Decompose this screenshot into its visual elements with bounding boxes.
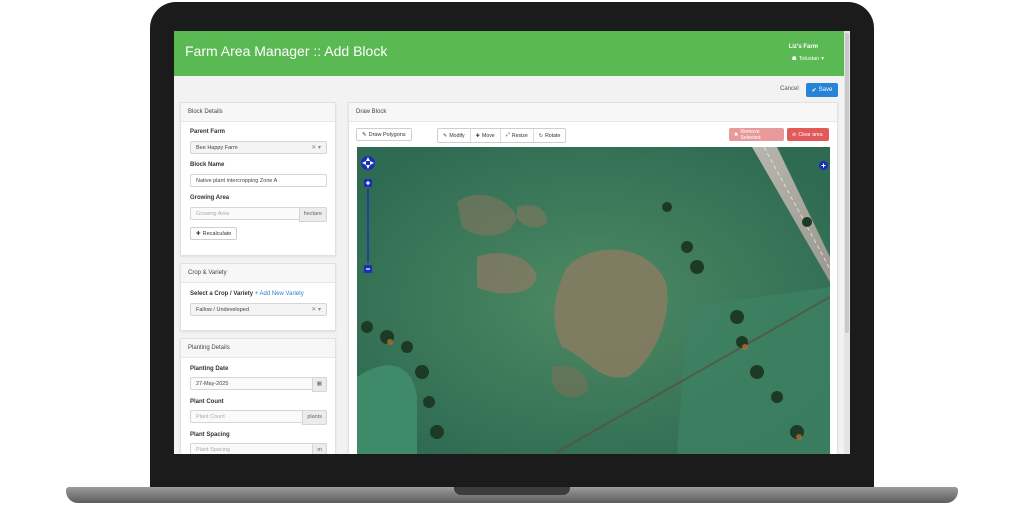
farm-name: Liz's Farm [788,44,818,50]
plant-spacing-unit: m [312,443,327,454]
check-icon: ✔ [811,87,817,94]
draw-polygon-button[interactable]: ✎ Draw Polygons [356,128,412,141]
parent-farm-select[interactable]: Bee Happy Farm ✕ ▾ [190,141,327,154]
move-button[interactable]: ✚ Move [471,129,501,142]
rotate-label: Rotate [545,132,561,139]
save-button[interactable]: ✔ Save [806,83,838,97]
pencil-icon: ✎ [362,131,367,138]
caret-down-icon: ▾ [821,56,824,62]
planting-date-input[interactable]: 27-May-2025 ▦ [190,377,327,392]
plant-count-placeholder: Plant Count [196,414,225,420]
block-name-input[interactable]: Native plant intercropping Zone A [190,174,327,187]
modify-button[interactable]: ✎ Modify [438,129,471,142]
growing-area-placeholder: Growing Area [196,211,230,217]
page-scrollbar[interactable] [844,31,850,454]
planting-details-heading: Planting Details [181,339,335,358]
refresh-icon: ✚ [196,230,201,237]
planting-date-label: Planting Date [190,366,229,372]
draw-block-heading: Draw Block [349,103,837,122]
resize-button[interactable]: ⤢ Resize [501,129,534,142]
move-label: Move [482,132,495,139]
crop-variety-heading: Crop & Variety [181,264,335,283]
crop-variety-panel: Crop & Variety Select a Crop / Variety +… [180,263,336,331]
map-expand-icon[interactable] [819,161,828,170]
parent-farm-label: Parent Farm [190,129,226,135]
growing-area-unit: hectare [298,207,327,222]
pencil-icon: ✎ [443,132,448,139]
block-details-heading: Block Details [181,103,335,122]
app-header: Farm Area Manager :: Add Block Liz's Far… [174,31,844,76]
user-menu[interactable]: ☗ Tolustan ▾ [792,56,824,62]
plant-spacing-input[interactable]: Plant Spacing m [190,443,327,454]
planting-details-panel: Planting Details Planting Date 27-May-20… [180,338,336,454]
save-label: Save [818,87,833,93]
growing-area-input[interactable]: Growing Area hectare [190,207,327,222]
rotate-icon: ↻ [538,132,544,139]
trash-icon: ✖ [734,131,739,138]
scrollbar-thumb[interactable] [845,33,849,333]
resize-label: Resize [511,132,528,139]
plant-count-unit: plants [302,410,327,425]
crop-variety-select[interactable]: Fallow / Undeveloped ✕ ▾ [190,303,327,316]
calendar-icon[interactable]: ▦ [311,377,327,392]
clear-x-icon[interactable]: ✕ ▾ [311,304,321,317]
draw-polygon-label: Draw Polygons [368,131,406,138]
crop-variety-label: Select a Crop / Variety + Add New Variet… [190,291,304,297]
crop-variety-value: Fallow / Undeveloped [196,307,249,313]
laptop-notch [454,487,570,495]
plant-spacing-label: Plant Spacing [190,432,230,438]
clear-x-icon[interactable]: ✕ ▾ [311,142,321,155]
map-imagery [357,147,830,454]
user-name: Tolustan [798,56,820,62]
page-title: Farm Area Manager :: Add Block [185,43,388,59]
parent-farm-value: Bee Happy Farm [196,145,238,151]
remove-selected-button[interactable]: ✖ Remove Selected [729,128,784,141]
move-icon: ✚ [475,132,480,139]
user-icon: ☗ [791,56,797,62]
planting-date-value: 27-May-2025 [196,381,229,387]
block-details-panel: Block Details Parent Farm Bee Happy Farm… [180,102,336,256]
add-new-variety-link[interactable]: + Add New Variety [255,291,304,297]
satellite-map[interactable] [357,147,830,454]
cancel-button[interactable]: Cancel [780,86,799,92]
recalculate-button[interactable]: ✚ Recalculate [190,227,238,240]
modify-label: Modify [449,132,465,139]
remove-selected-label: Remove Selected [740,128,761,141]
plant-spacing-placeholder: Plant Spacing [196,447,230,453]
block-name-label: Block Name [190,162,225,168]
app-screen: Farm Area Manager :: Add Block Liz's Far… [174,31,850,454]
plant-count-input[interactable]: Plant Count plants [190,410,327,425]
plant-count-label: Plant Count [190,399,224,405]
clear-area-label: Clear area [798,131,823,138]
growing-area-label: Growing Area [190,195,230,201]
ban-icon: ⊘ [792,131,797,138]
crop-select-label: Select a Crop / Variety [190,291,254,297]
clear-area-button[interactable]: ⊘ Clear area [787,128,829,141]
rotate-button[interactable]: ↻ Rotate [534,129,566,142]
recalculate-label: Recalculate [202,230,232,237]
map-zoom-control[interactable] [361,151,375,275]
edit-toolbar: ✎ Modify ✚ Move ⤢ Resize ↻ Rotate [437,128,567,143]
resize-icon: ⤢ [505,132,510,138]
